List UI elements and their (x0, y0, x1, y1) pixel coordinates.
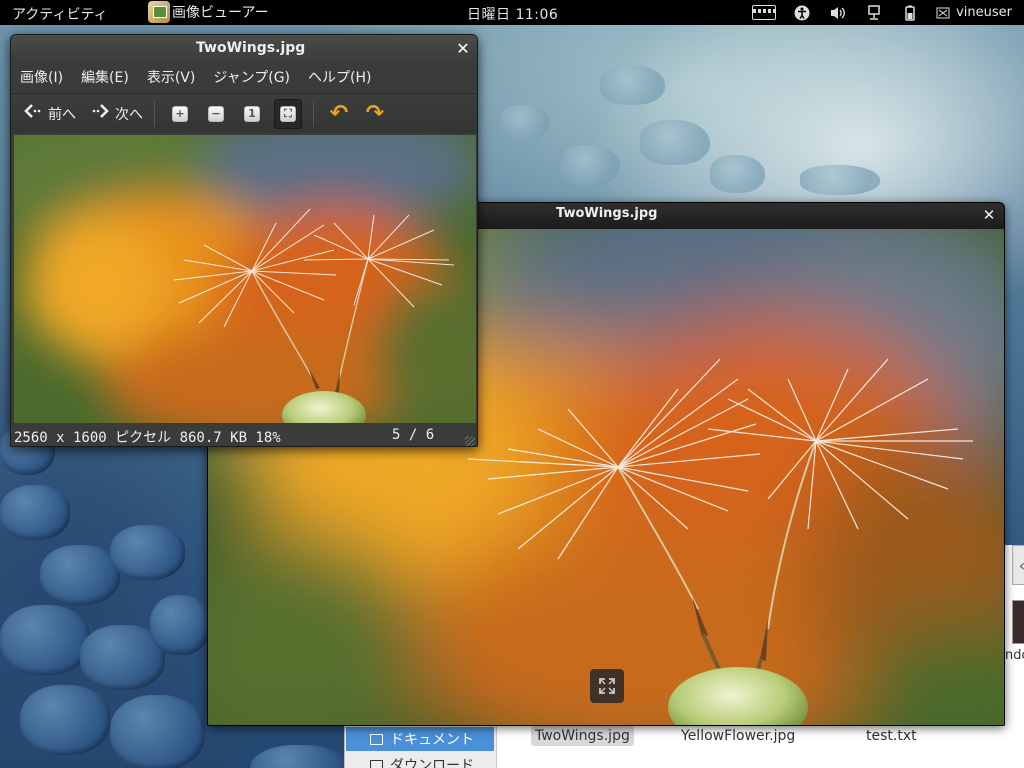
window-title: TwoWings.jpg (196, 40, 306, 56)
file-label-partial: ndo (1005, 648, 1024, 663)
rotate-right-icon[interactable]: ↷ (361, 99, 389, 129)
battery-icon[interactable] (900, 5, 920, 21)
file-item-twowings[interactable]: TwoWings.jpg (531, 726, 634, 746)
app-menu-label: 画像ビューアー (172, 5, 269, 21)
image-position: 5 / 6 (392, 427, 435, 443)
system-tray: vineuser (744, 0, 1024, 25)
accessibility-icon[interactable] (792, 5, 812, 21)
file-item-test-txt[interactable]: test.txt (862, 726, 921, 746)
status-bar: 2560 x 1600 ピクセル 860.7 KB 18% 5 / 6 (11, 423, 477, 446)
next-button[interactable]: 次へ (86, 98, 147, 130)
zoom-out-icon[interactable]: − (202, 99, 230, 129)
sidebar-item-label: ドキュメント (390, 732, 474, 748)
user-icon (936, 5, 950, 21)
window-title: TwoWings.jpg (556, 206, 658, 221)
next-label: 次へ (115, 106, 143, 123)
image-info: 2560 x 1600 ピクセル 860.7 KB 18% (14, 430, 281, 446)
toolbar-separator (313, 100, 314, 127)
volume-icon[interactable] (828, 5, 848, 21)
menu-view[interactable]: 表示(V) (146, 65, 197, 89)
menu-edit[interactable]: 編集(E) (80, 65, 130, 89)
zoom-in-icon[interactable]: + (166, 99, 194, 129)
back-button[interactable]: ‹ (1012, 545, 1024, 585)
close-button[interactable]: ✕ (453, 39, 473, 59)
fullscreen-toggle-icon[interactable] (590, 669, 624, 703)
sidebar-item-label: ダウンロード (390, 758, 474, 768)
zoom-normal-icon[interactable]: 1 (238, 99, 266, 129)
toolbar-separator (154, 100, 155, 127)
app-menu[interactable]: 画像ビューアー (148, 1, 269, 23)
top-bar: アクティビティ 画像ビューアー 日曜日 11:06 vineuser (0, 0, 1024, 25)
image-viewer-window[interactable]: TwoWings.jpg ✕ 画像(I) 編集(E) 表示(V) ジャンプ(G)… (10, 34, 478, 447)
network-icon[interactable] (864, 4, 884, 21)
rotate-left-icon[interactable]: ↶ (325, 99, 353, 129)
menu-image[interactable]: 画像(I) (19, 65, 64, 89)
clock[interactable]: 日曜日 11:06 (467, 4, 558, 24)
file-thumbnail[interactable] (1012, 600, 1024, 644)
user-menu[interactable]: vineuser (956, 5, 1012, 20)
keyboard-icon[interactable] (752, 5, 777, 20)
image-viewer-app-icon (148, 1, 170, 23)
photo-dandelion-seeds (14, 135, 476, 423)
menu-help[interactable]: ヘルプ(H) (307, 65, 372, 89)
folder-icon (370, 760, 383, 768)
file-item-yellowflower[interactable]: YellowFlower.jpg (677, 726, 799, 746)
previous-button[interactable]: 前へ (19, 98, 80, 130)
window-titlebar[interactable]: TwoWings.jpg ✕ (11, 35, 477, 63)
resize-grip-icon[interactable] (465, 436, 475, 446)
menu-bar: 画像(I) 編集(E) 表示(V) ジャンプ(G) ヘルプ(H) (11, 63, 477, 91)
toolbar: 前へ 次へ + − 1 ⛶ ↶ ↷ (11, 93, 477, 133)
arrow-left-icon (23, 103, 43, 124)
previous-label: 前へ (48, 106, 76, 123)
arrow-right-icon (90, 103, 110, 124)
close-button[interactable]: ✕ (980, 206, 998, 224)
sidebar-item-downloads[interactable]: ダウンロード (346, 753, 494, 768)
sidebar-item-documents[interactable]: ドキュメント (346, 727, 494, 751)
menu-go[interactable]: ジャンプ(G) (212, 65, 291, 89)
folder-icon (370, 734, 383, 745)
zoom-fit-icon[interactable]: ⛶ (274, 98, 302, 129)
activities-button[interactable]: アクティビティ (12, 4, 108, 24)
